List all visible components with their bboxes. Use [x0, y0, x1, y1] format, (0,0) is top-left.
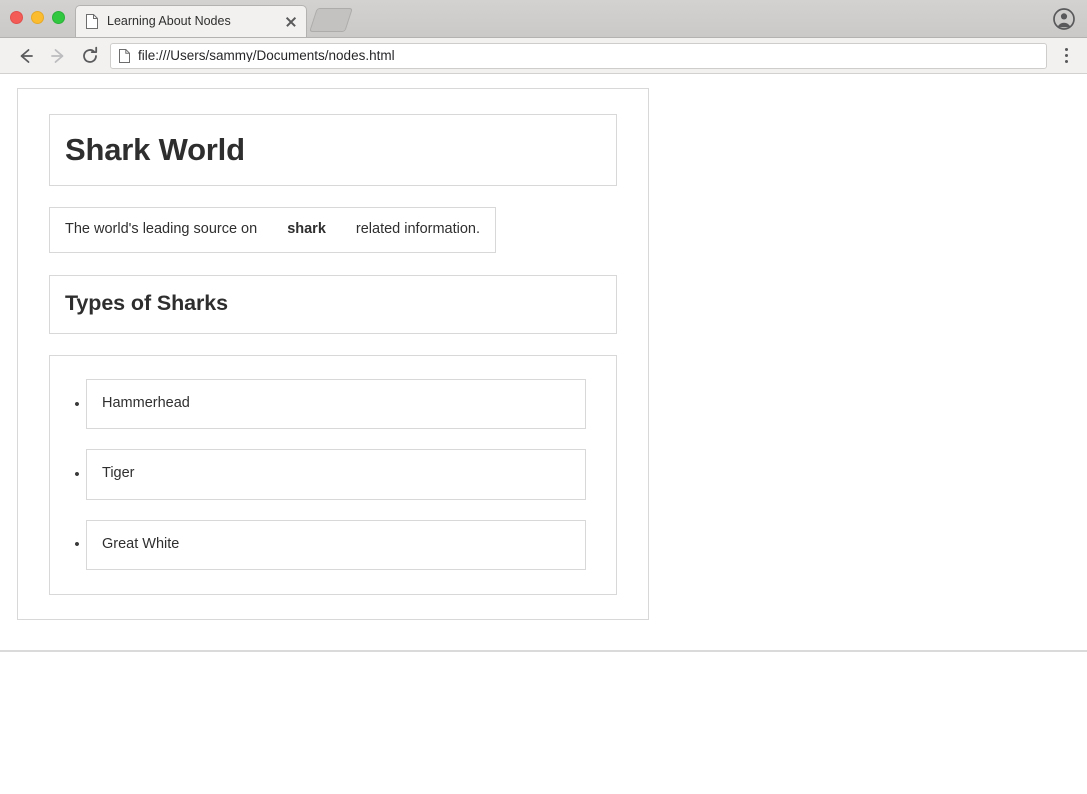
arrow-left-icon[interactable]	[12, 42, 40, 70]
reload-icon[interactable]	[76, 42, 104, 70]
list-item: • Hammerhead	[50, 378, 586, 430]
browser-tab-active[interactable]: Learning About Nodes	[75, 5, 307, 37]
bullet-icon: •	[74, 536, 80, 554]
document-body-node: Shark World The world's leading source o…	[17, 88, 649, 621]
arrow-right-icon[interactable]	[44, 42, 72, 70]
browser-toolbar: file:///Users/sammy/Documents/nodes.html	[0, 38, 1087, 74]
tab-title: Learning About Nodes	[107, 15, 231, 28]
window-controls	[10, 11, 65, 24]
address-bar-url: file:///Users/sammy/Documents/nodes.html	[138, 48, 395, 63]
page-viewport: Shark World The world's leading source o…	[0, 74, 1087, 652]
paragraph-strong-node: shark	[272, 207, 341, 254]
close-icon[interactable]	[282, 13, 300, 31]
tab-strip: Learning About Nodes	[0, 0, 1087, 38]
list-item-label: Hammerhead	[86, 378, 586, 430]
minimize-window-button[interactable]	[31, 11, 44, 24]
paragraph-text-node-trail: related information.	[340, 207, 497, 254]
zoom-window-button[interactable]	[52, 11, 65, 24]
list-item: • Great White	[50, 519, 586, 571]
list-item-label: Tiger	[86, 449, 586, 500]
window-bottom-area	[0, 652, 1087, 792]
account-circle-icon[interactable]	[1053, 8, 1075, 30]
bullet-icon: •	[74, 395, 80, 413]
browser-window: Learning About Nodes file:///Users/sammy…	[0, 0, 1087, 794]
page-title: Shark World	[65, 132, 245, 167]
page-icon	[119, 48, 130, 63]
paragraph-text-node-lead: The world's leading source on	[49, 207, 273, 254]
shark-list: • Hammerhead • Tiger • Great White	[49, 354, 617, 596]
kebab-menu-icon[interactable]	[1053, 42, 1079, 70]
bullet-icon: •	[74, 465, 80, 483]
heading-node: Shark World	[49, 114, 617, 186]
page-icon	[86, 14, 98, 29]
list-item-label: Great White	[86, 519, 586, 571]
section-title: Types of Sharks	[65, 291, 228, 316]
paragraph-node: The world's leading source on shark rela…	[49, 207, 617, 254]
new-tab-button[interactable]	[309, 8, 353, 32]
list-item: • Tiger	[50, 449, 586, 500]
subheading-node: Types of Sharks	[49, 275, 617, 334]
close-window-button[interactable]	[10, 11, 23, 24]
address-bar[interactable]: file:///Users/sammy/Documents/nodes.html	[110, 42, 1047, 69]
